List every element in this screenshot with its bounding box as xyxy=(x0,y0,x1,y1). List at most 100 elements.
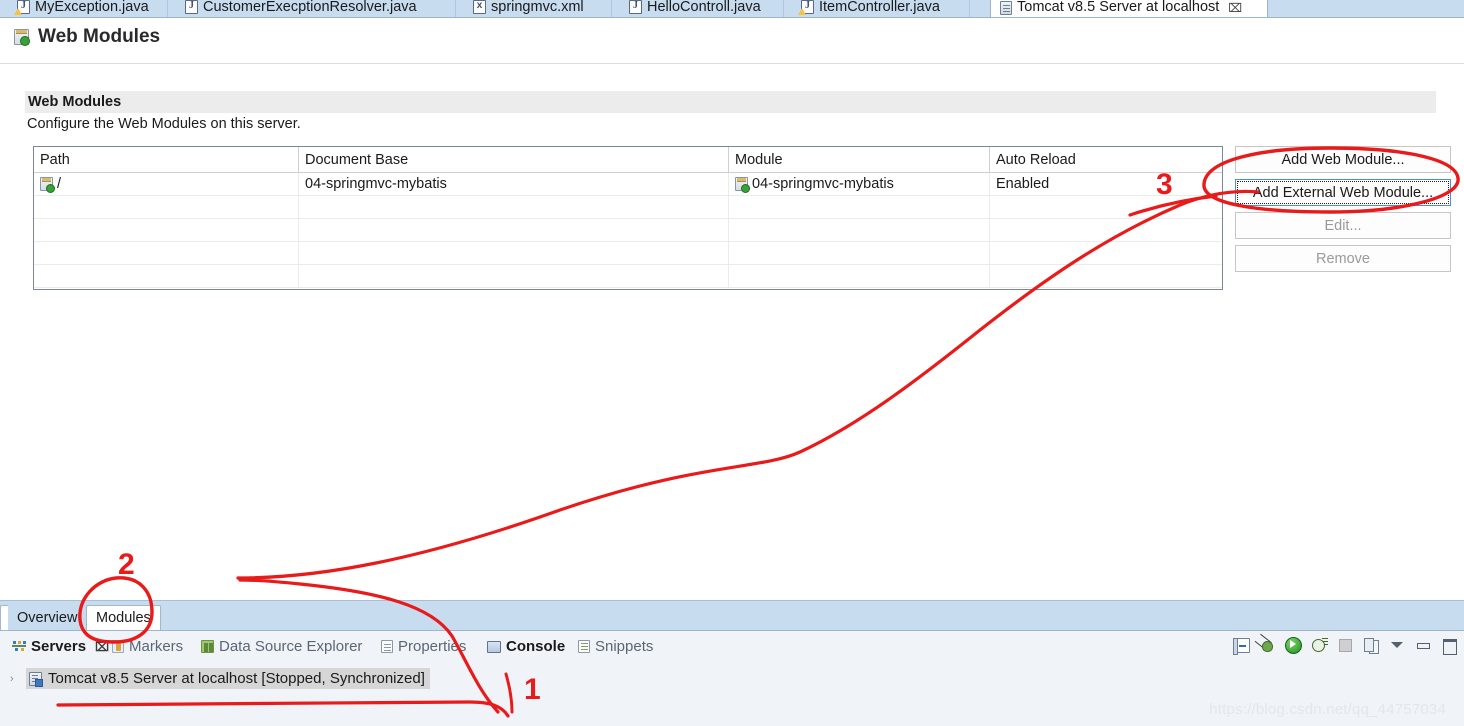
view-tab-properties[interactable]: Properties xyxy=(381,635,466,658)
web-modules-table[interactable]: Path Document Base Module Auto Reload / 04-s… xyxy=(33,146,1223,290)
view-tab-console[interactable]: Console xyxy=(487,635,565,658)
view-tab-label: Servers xyxy=(31,638,87,655)
cell-path-text: / xyxy=(57,176,62,192)
editor-tab-2[interactable]: springmvc.xml xyxy=(464,0,612,17)
run-icon[interactable] xyxy=(1284,636,1302,654)
editor-tab-label: ItemController.java xyxy=(819,0,940,15)
cell-empty xyxy=(34,242,299,264)
remove-button: Remove xyxy=(1235,245,1451,272)
web-module-icon xyxy=(735,177,750,193)
table-row-empty[interactable] xyxy=(34,219,1222,242)
form-tab-overview[interactable]: Overview xyxy=(8,605,87,630)
editor-form-tab-bar: Overview Modules xyxy=(0,600,1464,630)
cell-module-text: 04-springmvc-mybatis xyxy=(752,176,894,192)
view-tab-data-source-explorer[interactable]: Data Source Explorer xyxy=(201,635,362,658)
form-tab-left-edge xyxy=(0,605,8,630)
collapse-all-icon[interactable] xyxy=(1233,638,1250,655)
view-menu-icon[interactable] xyxy=(1388,636,1406,654)
java-warning-file-icon xyxy=(798,0,814,15)
editor-tab-1[interactable]: CustomerExecptionResolver.java xyxy=(176,0,456,17)
page-title-text: Web Modules xyxy=(38,26,161,47)
view-tab-label: Snippets xyxy=(595,638,654,655)
editor-tab-5[interactable]: Tomcat v8.5 Server at localhost ⌧ xyxy=(990,0,1268,17)
eclipse-window: MyException.java CustomerExecptionResolve… xyxy=(0,0,1464,726)
cell-auto-reload-text: Enabled xyxy=(996,176,1050,192)
cell-empty xyxy=(299,265,729,287)
java-file-icon xyxy=(185,0,198,14)
cell-empty xyxy=(990,265,1222,287)
cell-empty xyxy=(34,196,299,218)
maximize-icon[interactable] xyxy=(1440,636,1458,655)
publish-icon[interactable] xyxy=(1362,636,1380,654)
table-row-empty[interactable] xyxy=(34,265,1222,288)
editor-tab-4[interactable]: ItemController.java xyxy=(792,0,970,17)
module-action-buttons: Add Web Module... Add External Web Module… xyxy=(1235,146,1451,272)
close-icon[interactable]: ⌧ xyxy=(1228,1,1242,15)
table-row[interactable]: / 04-springmvc-mybatis 04-springmvc-mybati… xyxy=(34,173,1222,196)
section-header: Web Modules xyxy=(25,91,1436,113)
cell-empty xyxy=(299,242,729,264)
editor-tab-0[interactable]: MyException.java xyxy=(8,0,168,17)
view-toolbar xyxy=(1233,636,1458,655)
cell-auto-reload: Enabled xyxy=(990,173,1222,195)
add-web-module-button[interactable]: Add Web Module... xyxy=(1235,146,1451,173)
editor-tab-label: springmvc.xml xyxy=(491,0,584,15)
table-column-header[interactable]: Auto Reload xyxy=(990,147,1222,172)
minimize-icon[interactable] xyxy=(1414,636,1432,654)
cell-document-base-text: 04-springmvc-mybatis xyxy=(305,176,447,192)
cell-empty xyxy=(299,219,729,241)
bottom-views-panel: Servers ⌧ Markers Data Source Explorer Prope… xyxy=(0,630,1464,726)
server-entry[interactable]: Tomcat v8.5 Server at localhost [Stopped… xyxy=(26,668,430,689)
java-file-icon xyxy=(629,0,642,14)
view-tab-markers[interactable]: Markers xyxy=(112,635,183,658)
editor-tab-label: HelloControll.java xyxy=(647,0,761,15)
cell-module: 04-springmvc-mybatis xyxy=(729,173,990,195)
profile-icon[interactable] xyxy=(1310,636,1328,654)
table-column-header[interactable]: Path xyxy=(34,147,299,172)
view-tab-servers[interactable]: Servers ⌧ xyxy=(12,635,109,658)
view-tab-label: Properties xyxy=(398,638,467,655)
server-editor-body: Web Modules Web Modules Configure the We… xyxy=(0,18,1464,613)
cell-empty xyxy=(729,265,990,287)
form-tab-modules[interactable]: Modules xyxy=(86,605,161,630)
editor-tab-label: Tomcat v8.5 Server at localhost xyxy=(1017,0,1220,16)
table-body: / 04-springmvc-mybatis 04-springmvc-mybati… xyxy=(34,173,1222,288)
table-column-header[interactable]: Document Base xyxy=(299,147,729,172)
cell-empty xyxy=(729,219,990,241)
editor-tab-label: CustomerExecptionResolver.java xyxy=(203,0,417,15)
server-entry-label: Tomcat v8.5 Server at localhost [Stopped… xyxy=(48,670,425,687)
view-tab-label: Markers xyxy=(129,638,184,655)
expand-arrow-icon[interactable]: › xyxy=(10,673,20,685)
add-external-web-module-button[interactable]: Add External Web Module... xyxy=(1235,179,1451,206)
cell-empty xyxy=(990,219,1222,241)
web-module-icon xyxy=(14,29,30,46)
console-icon xyxy=(487,640,501,653)
editor-tab-3[interactable]: HelloControll.java xyxy=(620,0,784,17)
form-tab-label: Overview xyxy=(17,609,78,626)
view-tab-snippets[interactable]: Snippets xyxy=(578,635,653,658)
cell-empty xyxy=(729,242,990,264)
form-tab-label: Modules xyxy=(96,610,151,626)
cell-empty xyxy=(34,265,299,287)
section-header-text: Web Modules xyxy=(28,94,122,110)
table-row-empty[interactable] xyxy=(34,196,1222,219)
debug-icon[interactable] xyxy=(1258,636,1276,654)
watermark-text: https://blog.csdn.net/qq_44757034 xyxy=(1209,701,1446,718)
table-column-header[interactable]: Module xyxy=(729,147,990,172)
stop-icon[interactable] xyxy=(1336,636,1354,654)
properties-icon xyxy=(381,640,393,653)
cell-path: / xyxy=(34,173,299,195)
close-icon[interactable]: ⌧ xyxy=(95,640,109,654)
warning-badge-icon xyxy=(798,8,806,15)
table-header-row: Path Document Base Module Auto Reload xyxy=(34,147,1222,173)
cell-empty xyxy=(299,196,729,218)
tomcat-server-icon xyxy=(29,671,43,687)
data-source-explorer-icon xyxy=(201,640,214,653)
cell-empty xyxy=(990,242,1222,264)
server-file-icon xyxy=(1000,0,1012,15)
edit-button: Edit... xyxy=(1235,212,1451,239)
table-row-empty[interactable] xyxy=(34,242,1222,265)
editor-tab-label: MyException.java xyxy=(35,0,149,15)
server-tree-row[interactable]: › Tomcat v8.5 Server at localhost [Stopp… xyxy=(0,667,430,690)
markers-icon xyxy=(112,640,124,653)
